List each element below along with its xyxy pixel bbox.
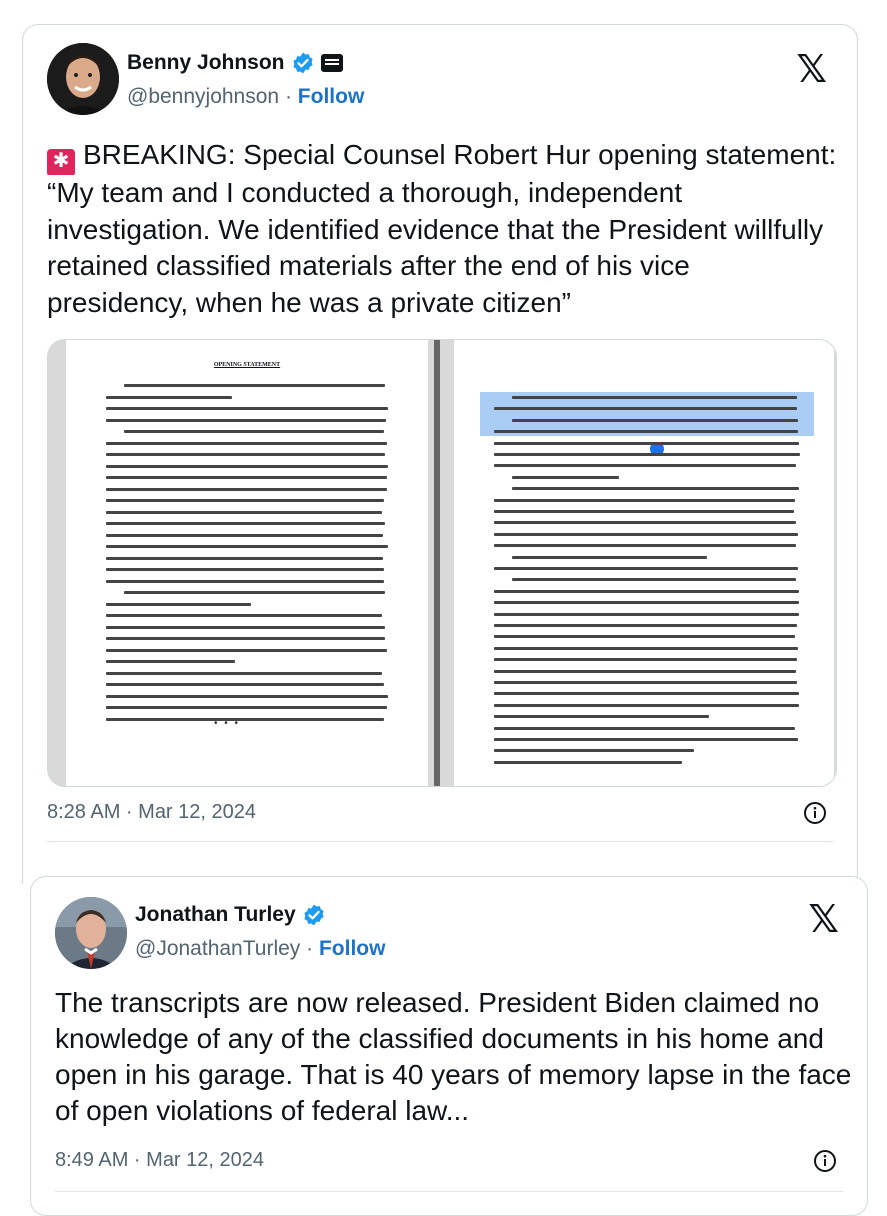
document-text-line	[106, 602, 252, 606]
page-divider	[434, 340, 440, 786]
document-text-line	[106, 637, 386, 640]
document-text-line	[494, 624, 797, 627]
document-text-line	[106, 476, 388, 479]
document-text-line	[106, 706, 387, 709]
document-text-line	[494, 464, 797, 468]
tweet-timestamp[interactable]: 8:49 AM · Mar 12, 2024	[55, 1149, 264, 1172]
handle-row: @JonathanTurley · Follow	[135, 937, 385, 961]
document-text-line	[106, 407, 388, 410]
document-text-line	[494, 646, 799, 650]
handle[interactable]: @bennyjohnson	[127, 85, 279, 108]
document-text-line	[494, 453, 800, 456]
document-text-line	[106, 660, 236, 663]
document-text-line	[494, 749, 694, 753]
document-text-line	[106, 441, 387, 445]
document-text-line	[106, 717, 384, 721]
rotating-light-icon: ✱	[47, 149, 75, 175]
document-text-line	[494, 726, 796, 730]
document-text-line	[512, 578, 797, 582]
document-text-line	[494, 430, 799, 434]
document-text-line	[106, 464, 388, 468]
document-text-line	[494, 498, 795, 502]
document-text-line	[124, 384, 385, 387]
handle[interactable]: @JonathanTurley	[135, 937, 300, 960]
display-name[interactable]: Benny Johnson	[127, 51, 285, 75]
tweet-text: The transcripts are now released. Presid…	[55, 987, 852, 1126]
document-text-line	[106, 453, 385, 456]
document-text-line	[494, 669, 796, 673]
follow-button[interactable]: Follow	[298, 85, 365, 108]
document-text-line	[106, 487, 387, 491]
document-text-line	[106, 499, 384, 502]
tweet-timestamp[interactable]: 8:28 AM · Mar 12, 2024	[47, 801, 256, 824]
document-page-title: OPENING STATEMENT	[213, 362, 281, 368]
document-text-line	[106, 625, 386, 629]
document-text-line	[494, 510, 795, 513]
document-text-line	[106, 614, 383, 617]
document-text-line	[494, 567, 798, 570]
document-text-line	[494, 715, 709, 719]
document-text-line	[106, 568, 385, 571]
verified-badge-icon	[292, 52, 313, 74]
document-text-line	[106, 579, 385, 583]
x-logo-icon[interactable]: 𝕏	[808, 897, 839, 942]
document-text-line	[494, 658, 798, 662]
verified-badge-icon	[304, 904, 324, 926]
document-text-line	[106, 545, 388, 548]
document-text-line	[494, 441, 800, 445]
document-text-line	[494, 703, 800, 707]
document-text-line	[512, 487, 800, 491]
document-text-line	[124, 430, 385, 433]
avatar[interactable]	[55, 897, 127, 969]
document-text-line	[512, 396, 797, 399]
document-text-line	[494, 612, 800, 616]
tweet-text: ✱ BREAKING: Special Counsel Robert Hur op…	[47, 137, 837, 321]
document-text-line	[106, 671, 383, 675]
document-text-line	[106, 418, 386, 422]
card-divider	[47, 841, 833, 842]
document-text-line	[512, 418, 799, 422]
document-text-line	[494, 692, 800, 696]
tweet-card-benny-johnson[interactable]: Benny Johnson @bennyjohnson · Follow 𝕏 ✱…	[22, 24, 858, 884]
document-page-left: OPENING STATEMENT	[66, 340, 428, 786]
separator: ·	[284, 85, 292, 108]
document-text-line	[494, 635, 796, 639]
document-text-line	[494, 544, 796, 548]
document-text-line	[106, 510, 383, 514]
document-text-line	[124, 591, 386, 594]
document-text-line	[106, 683, 384, 686]
tweet-card-jonathan-turley[interactable]: Jonathan Turley @JonathanTurley · Follow…	[30, 876, 868, 1216]
document-text-line	[106, 556, 383, 560]
document-text-line	[106, 533, 384, 537]
tweet-body: BREAKING: Special Counsel Robert Hur ope…	[47, 139, 837, 318]
document-text-line	[494, 532, 798, 536]
document-text-line	[106, 395, 233, 399]
document-text-line	[494, 521, 797, 525]
avatar[interactable]	[47, 43, 119, 115]
info-icon[interactable]	[813, 1149, 837, 1173]
document-text-line	[106, 648, 387, 652]
document-text-line	[512, 555, 707, 559]
handle-row: @bennyjohnson · Follow	[127, 85, 364, 109]
document-text-line	[512, 475, 619, 479]
page-ellipsis: • • •	[214, 718, 241, 729]
document-text-line	[494, 407, 797, 411]
document-text-line	[494, 760, 682, 764]
x-logo-icon[interactable]: 𝕏	[796, 47, 827, 92]
separator: ·	[306, 937, 314, 960]
info-icon[interactable]	[803, 801, 827, 825]
document-page-right	[454, 340, 834, 786]
news-affiliation-icon	[320, 54, 343, 72]
document-text-line	[106, 522, 385, 525]
tweet-media-image[interactable]: OPENING STATEMENT • • •	[47, 339, 837, 787]
display-name[interactable]: Jonathan Turley	[135, 903, 296, 927]
card-divider	[55, 1191, 843, 1192]
follow-button[interactable]: Follow	[319, 937, 386, 960]
document-text-line	[494, 681, 798, 684]
document-text-line	[494, 601, 800, 605]
document-text-line	[494, 738, 799, 741]
document-text-line	[494, 589, 800, 593]
document-text-line	[106, 694, 388, 698]
